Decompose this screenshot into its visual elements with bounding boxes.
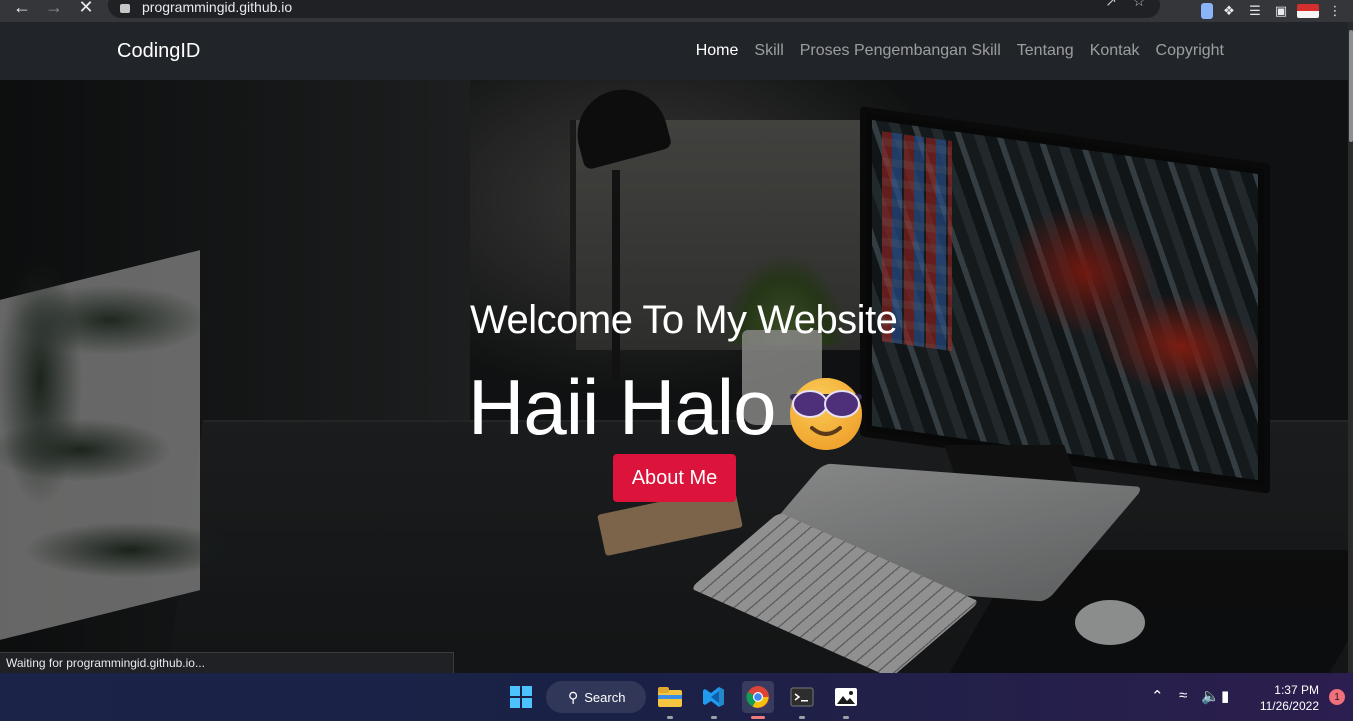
clock-date: 11/26/2022 (1259, 699, 1319, 713)
photos-icon[interactable] (830, 681, 862, 719)
taskbar-search[interactable]: ⚲ Search (546, 681, 646, 713)
battery-icon[interactable]: ▮ (1221, 687, 1229, 705)
page-scrollbar[interactable] (1348, 22, 1353, 673)
bookmark-star-icon[interactable]: ☆ (1130, 0, 1148, 8)
hero-headline: Haii Halo (468, 363, 776, 451)
address-url[interactable]: programmingid.github.io (142, 0, 292, 15)
browser-toolbar: ← → ✕ programmingid.github.io ↗ ☆ ❖ ☰ ▣ … (0, 0, 1353, 22)
nav-link-tentang[interactable]: Tentang (1017, 42, 1074, 60)
volume-icon[interactable]: 🔈 (1201, 687, 1220, 705)
taskbar-search-label: Search (584, 689, 626, 705)
taskbar-running-dot (843, 716, 849, 719)
search-icon: ⚲ (568, 688, 579, 705)
menu-kebab-icon[interactable]: ⋮ (1325, 3, 1345, 19)
chrome-icon[interactable] (742, 681, 774, 719)
navbar-brand[interactable]: CodingID (117, 40, 200, 63)
terminal-icon[interactable] (786, 681, 818, 719)
windows-start-icon[interactable] (505, 681, 537, 713)
side-panel-icon[interactable]: ▣ (1271, 3, 1291, 19)
puzzle-extensions-icon[interactable]: ❖ (1219, 3, 1239, 19)
nav-link-home[interactable]: Home (696, 42, 739, 60)
hero-welcome-text: Welcome To My Website (470, 298, 898, 342)
forward-arrow-icon[interactable]: → (38, 0, 70, 18)
about-me-button[interactable]: About Me (613, 454, 736, 502)
profile-avatar-icon[interactable] (1297, 4, 1319, 18)
scrollbar-thumb[interactable] (1349, 30, 1353, 142)
taskbar-running-dot (711, 716, 717, 719)
taskbar-running-dot (667, 716, 673, 719)
smiling-face-with-sunglasses-icon (790, 378, 862, 450)
back-arrow-icon[interactable]: ← (6, 0, 38, 18)
taskbar-running-dot (799, 716, 805, 719)
chevron-up-icon[interactable]: ⌃ (1151, 687, 1164, 705)
media-control-icon[interactable]: ☰ (1245, 3, 1265, 19)
windows-taskbar: ⚲ Search ⌃ ≈ 🔈 ▮ 1:37 PM 11/26/2022 1 (0, 673, 1353, 721)
extensions-area: ❖ ☰ ▣ ⋮ (1201, 0, 1353, 22)
nav-link-kontak[interactable]: Kontak (1090, 42, 1140, 60)
file-explorer-icon[interactable] (654, 681, 686, 719)
system-tray: ⌃ ≈ 🔈 ▮ 1:37 PM 11/26/2022 1 (1133, 673, 1353, 721)
nav-links: Home Skill Proses Pengembangan Skill Ten… (696, 42, 1224, 60)
clock-time: 1:37 PM (1274, 683, 1319, 697)
address-bar[interactable]: programmingid.github.io ↗ ☆ (108, 0, 1160, 18)
nav-link-proses[interactable]: Proses Pengembangan Skill (800, 42, 1001, 60)
vscode-icon[interactable] (698, 681, 730, 719)
share-icon[interactable]: ↗ (1102, 0, 1120, 8)
navbar: CodingID Home Skill Proses Pengembangan … (0, 22, 1353, 80)
nav-link-copyright[interactable]: Copyright (1156, 42, 1224, 60)
lock-icon (120, 3, 130, 13)
stop-loading-icon[interactable]: ✕ (70, 0, 102, 18)
taskbar-active-indicator (751, 716, 765, 719)
notification-badge[interactable]: 1 (1329, 689, 1345, 705)
page-viewport: CodingID Home Skill Proses Pengembangan … (0, 22, 1353, 673)
nav-link-skill[interactable]: Skill (754, 42, 783, 60)
browser-status-bar: Waiting for programmingid.github.io... (0, 652, 454, 673)
wifi-icon[interactable]: ≈ (1179, 687, 1187, 704)
taskbar-clock[interactable]: 1:37 PM 11/26/2022 (1260, 682, 1319, 714)
extension-icon[interactable] (1201, 3, 1213, 19)
